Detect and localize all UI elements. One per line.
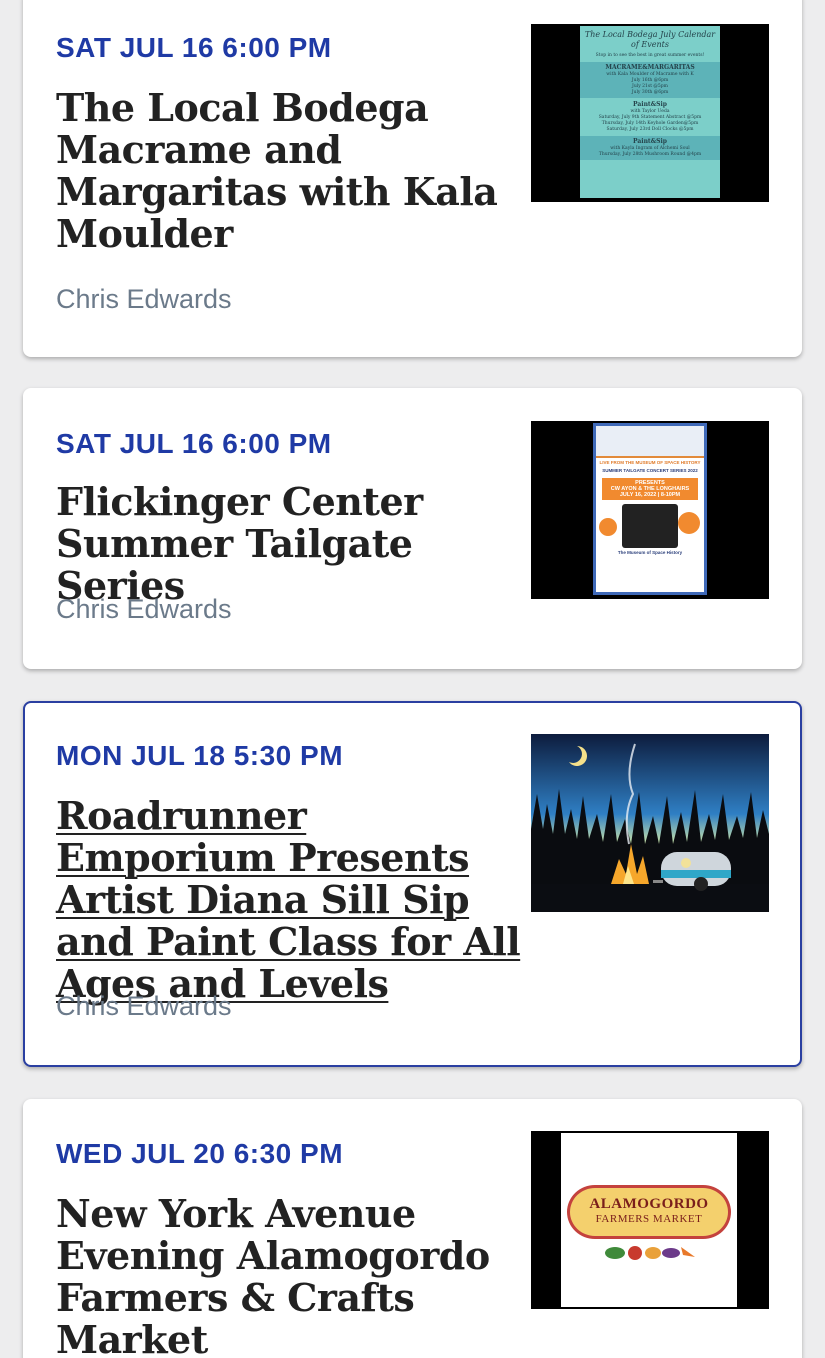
farmers-market-logo-image: ALAMOGORDO FARMERS MARKET — [561, 1133, 737, 1307]
event-author: Chris Edwards — [56, 284, 232, 314]
campfire-painting-image — [531, 734, 769, 912]
event-thumbnail[interactable]: ALAMOGORDO FARMERS MARKET — [531, 1131, 769, 1309]
event-thumbnail[interactable]: The Local Bodega July Calendar of Events… — [531, 24, 769, 202]
event-author: Chris Edwards — [56, 594, 232, 624]
event-title[interactable]: The Local Bodega Macrame and Margaritas … — [56, 87, 518, 255]
event-date: SAT JUL 16 6:00 PM — [56, 32, 332, 63]
event-date: MON JUL 18 5:30 PM — [56, 740, 344, 771]
event-card[interactable]: MON JUL 18 5:30 PM Roadrunner Emporium P… — [23, 701, 802, 1067]
event-date: SAT JUL 16 6:00 PM — [56, 428, 332, 459]
event-card[interactable]: WED JUL 20 6:30 PM New York Avenue Eveni… — [23, 1099, 802, 1358]
event-author: Chris Edwards — [56, 991, 232, 1021]
event-title[interactable]: New York Avenue Evening Alamogordo Farme… — [56, 1193, 518, 1358]
event-date: WED JUL 20 6:30 PM — [56, 1138, 344, 1169]
concert-poster-image: LIVE FROM THE MUSEUM OF SPACE HISTORY SU… — [593, 423, 707, 595]
event-title[interactable]: Flickinger Center Summer Tailgate Series — [56, 481, 526, 607]
event-thumbnail[interactable] — [531, 734, 769, 912]
vegetables-icon — [605, 1246, 695, 1260]
event-card[interactable]: SAT JUL 16 6:00 PM The Local Bodega Macr… — [23, 0, 802, 357]
calendar-poster-image: The Local Bodega July Calendar of Events… — [580, 26, 720, 198]
event-title-link[interactable]: Roadrunner Emporium Presents Artist Dian… — [56, 795, 526, 1005]
event-thumbnail[interactable]: LIVE FROM THE MUSEUM OF SPACE HISTORY SU… — [531, 421, 769, 599]
event-card[interactable]: SAT JUL 16 6:00 PM Flickinger Center Sum… — [23, 388, 802, 669]
